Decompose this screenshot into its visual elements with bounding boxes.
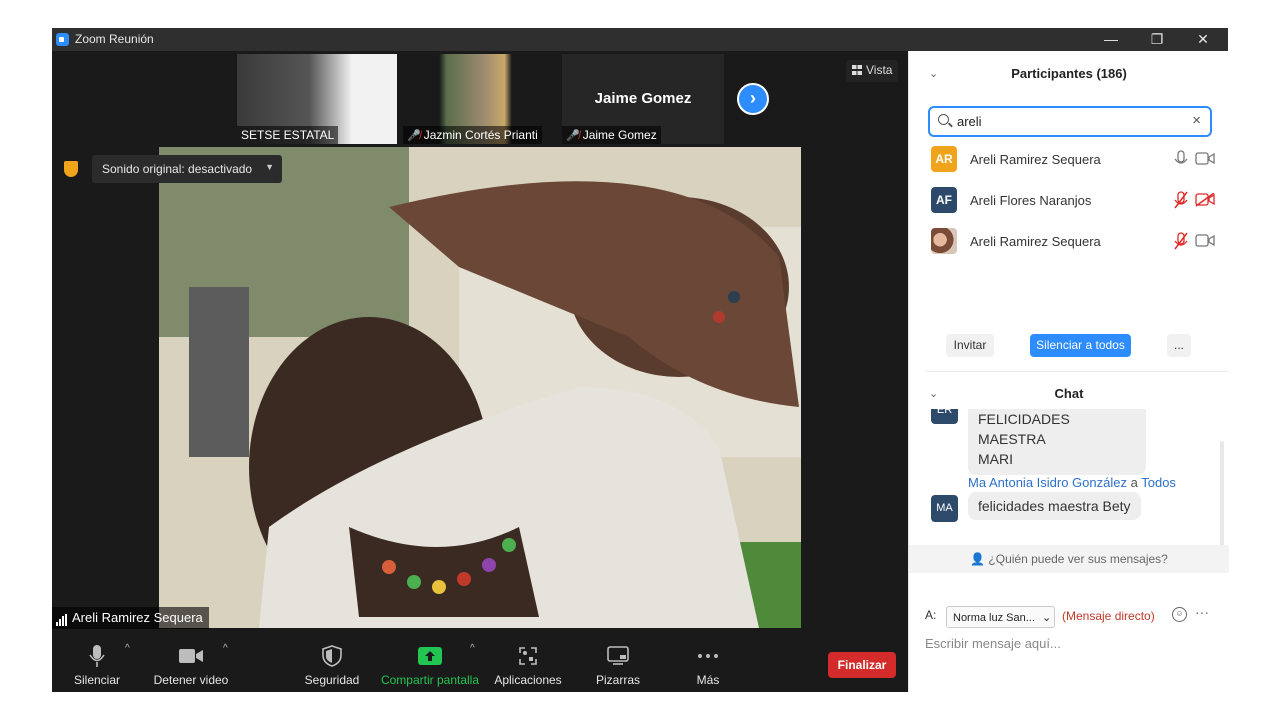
chat-messages: ER FELICIDADES MAESTRA MARI Ma Antonia I… xyxy=(909,409,1229,539)
direct-message-label: (Mensaje directo) xyxy=(1062,609,1155,623)
thumbnail-jazmin[interactable]: 🎤̸ Jazmin Cortés Prianti xyxy=(403,54,548,144)
more-dots-icon xyxy=(698,654,718,658)
thumbnail-jaime[interactable]: Jaime Gomez 🎤̸ Jaime Gomez xyxy=(562,54,724,144)
restore-button[interactable]: ❐ xyxy=(1134,28,1180,51)
video-off-icon[interactable] xyxy=(1195,193,1215,207)
participant-row[interactable]: AF Areli Flores Naranjos xyxy=(931,187,1215,215)
share-options-caret[interactable]: ^ xyxy=(470,643,475,654)
chat-message: felicidades maestra Bety xyxy=(968,492,1141,520)
chevron-down-icon: ⌄ xyxy=(1041,612,1052,624)
shield-icon xyxy=(322,645,342,667)
divider xyxy=(925,371,1229,372)
next-page-button[interactable]: › xyxy=(737,83,769,115)
share-screen-button[interactable]: Compartir pantalla xyxy=(377,643,483,687)
mute-all-button[interactable]: Silenciar a todos xyxy=(1030,334,1131,357)
grid-icon xyxy=(852,65,862,75)
clear-search-icon[interactable]: × xyxy=(1192,112,1201,129)
video-camera-icon xyxy=(179,649,203,663)
whiteboard-icon xyxy=(607,646,629,665)
search-value: areli xyxy=(957,114,982,129)
active-speaker-video xyxy=(159,147,801,628)
thumbnail-strip: SETSE ESTATAL 🎤̸ Jazmin Cortés Prianti Ja… xyxy=(52,51,908,147)
share-screen-icon xyxy=(418,647,442,665)
participant-row[interactable]: Areli Ramirez Sequera xyxy=(931,228,1215,256)
video-frame xyxy=(159,147,801,628)
participant-row[interactable]: AR Areli Ramirez Sequera xyxy=(931,146,1215,174)
message-recipient[interactable]: Todos xyxy=(1141,475,1176,490)
view-button[interactable]: Vista xyxy=(846,60,899,82)
chat-scrollbar[interactable] xyxy=(1219,441,1226,567)
original-sound-dropdown[interactable]: Sonido original: desactivado ▼ xyxy=(92,155,282,183)
speaker-nameplate: Areli Ramirez Sequera xyxy=(52,607,209,629)
avatar-photo xyxy=(931,228,957,254)
stop-video-button[interactable]: Detener video xyxy=(152,643,230,687)
chat-more-icon[interactable]: ··· xyxy=(1195,604,1209,620)
apps-button[interactable]: Aplicaciones xyxy=(492,643,564,687)
message-avatar: ER xyxy=(931,409,958,424)
title-bar: Zoom Reunión — ❐ ✕ xyxy=(52,28,1228,51)
participant-search-input[interactable]: areli × xyxy=(928,106,1212,137)
zoom-app-icon xyxy=(56,33,69,46)
thumbnail-name: 🎤̸ Jaime Gomez xyxy=(562,126,661,144)
chat-message: FELICIDADES MAESTRA MARI xyxy=(968,409,1146,475)
zoom-window: Zoom Reunión — ❐ ✕ SETSE ESTATAL 🎤̸ Jazmi… xyxy=(52,28,1229,692)
window-title: Zoom Reunión xyxy=(75,32,154,46)
thumbnail-name: SETSE ESTATAL xyxy=(237,126,339,144)
microphone-icon[interactable] xyxy=(1174,150,1188,168)
participants-more-button[interactable]: ... xyxy=(1167,334,1191,357)
close-button[interactable]: ✕ xyxy=(1180,28,1226,51)
microphone-muted-icon[interactable] xyxy=(1174,232,1188,250)
message-avatar: MA xyxy=(931,495,958,522)
person-lock-icon: 👤 xyxy=(970,552,986,566)
security-button[interactable]: Seguridad xyxy=(302,643,362,687)
mic-muted-icon: 🎤̸ xyxy=(566,130,580,142)
mute-options-caret[interactable]: ^ xyxy=(125,643,130,654)
meeting-toolbar: Silenciar ^ Detener video ^ Seguridad Co… xyxy=(52,637,908,692)
video-camera-icon[interactable] xyxy=(1195,234,1215,248)
video-camera-icon[interactable] xyxy=(1195,152,1215,166)
avatar: AR xyxy=(931,146,957,172)
thumbnail-setse[interactable]: SETSE ESTATAL xyxy=(237,54,397,144)
dropdown-caret-icon: ▼ xyxy=(265,162,274,172)
emoji-icon[interactable]: ☺ xyxy=(1172,607,1187,622)
microphone-muted-icon[interactable] xyxy=(1174,191,1188,209)
security-shield-icon xyxy=(61,159,81,179)
avatar: AF xyxy=(931,187,957,213)
participant-name: Areli Flores Naranjos xyxy=(970,193,1092,208)
message-sender[interactable]: Ma Antonia Isidro González xyxy=(968,475,1127,490)
signal-strength-icon xyxy=(56,611,68,626)
thumbnail-name: 🎤̸ Jazmin Cortés Prianti xyxy=(403,126,542,144)
invite-button[interactable]: Invitar xyxy=(946,334,994,357)
search-icon xyxy=(938,114,949,125)
mute-button[interactable]: Silenciar xyxy=(69,643,125,687)
chat-message-input[interactable]: Escribir mensaje aquí... xyxy=(925,636,1061,651)
thumbnail-big-name: Jaime Gomez xyxy=(594,90,692,107)
whiteboards-button[interactable]: Pizarras xyxy=(590,643,646,687)
side-panel: ⌄ Participantes (186) areli × AR Areli R… xyxy=(908,51,1229,692)
chat-header: Chat xyxy=(1054,386,1084,401)
recipient-select[interactable]: Norma luz San... ⌄ xyxy=(946,606,1055,628)
microphone-icon xyxy=(89,645,105,667)
apps-icon xyxy=(519,647,537,665)
to-label: A: xyxy=(925,608,937,622)
video-options-caret[interactable]: ^ xyxy=(223,643,228,654)
mic-muted-icon: 🎤̸ xyxy=(407,130,421,142)
who-can-see-messages[interactable]: 👤 ¿Quién puede ver sus mensajes? xyxy=(909,545,1229,573)
minimize-button[interactable]: — xyxy=(1088,28,1134,51)
participant-name: Areli Ramirez Sequera xyxy=(970,152,1101,167)
participant-name: Areli Ramirez Sequera xyxy=(970,234,1101,249)
meeting-area: SETSE ESTATAL 🎤̸ Jazmin Cortés Prianti Ja… xyxy=(52,51,908,692)
more-button[interactable]: Más xyxy=(682,643,734,687)
participants-header: Participantes (186) xyxy=(1011,66,1127,81)
message-sender-line: Ma Antonia Isidro González a Todos xyxy=(968,475,1176,490)
end-meeting-button[interactable]: Finalizar xyxy=(828,652,896,678)
